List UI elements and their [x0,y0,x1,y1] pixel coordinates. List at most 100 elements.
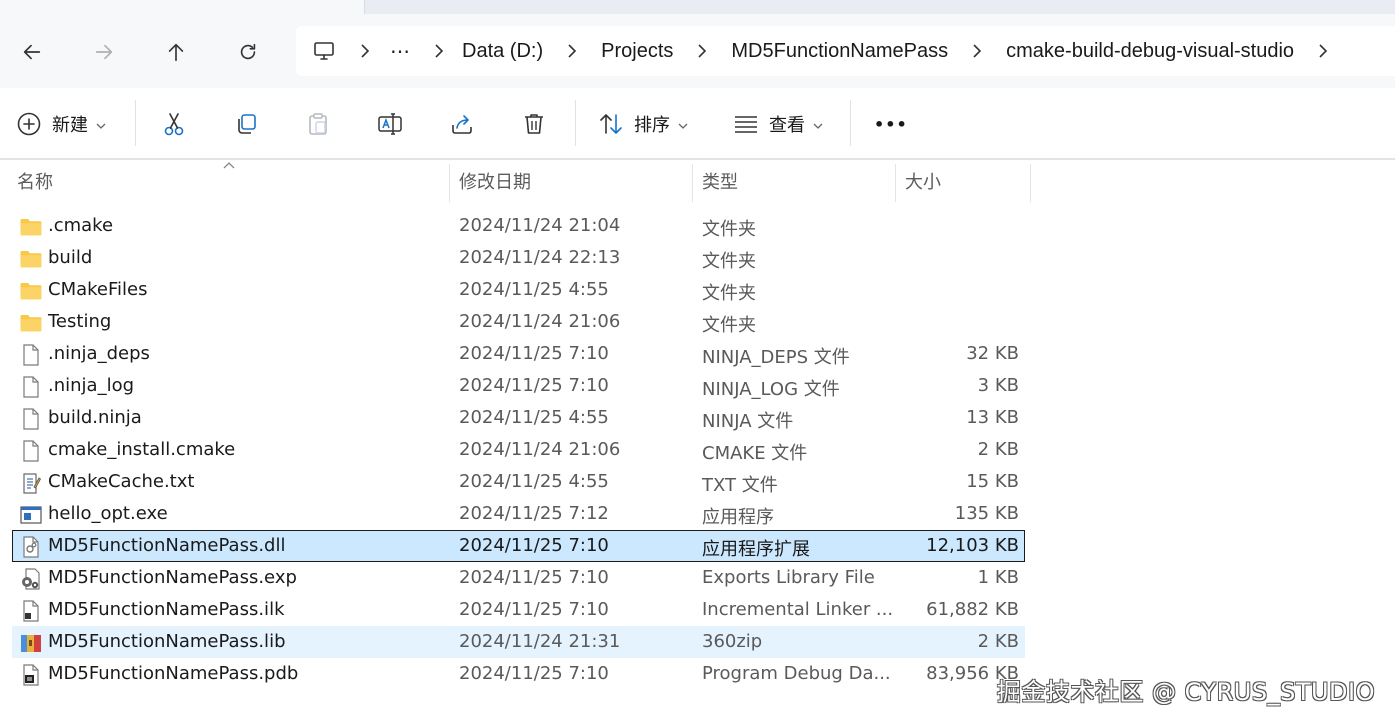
file-row[interactable]: cmake_install.cmake 2024/11/24 21:06 CMAKE… [12,434,1025,466]
file-type: Incremental Linker ... [702,599,894,620]
column-divider[interactable] [1030,164,1031,202]
divider [575,100,576,146]
this-pc-icon[interactable] [312,39,336,63]
file-row[interactable]: CMakeFiles 2024/11/25 4:55 文件夹 [12,274,1025,306]
breadcrumb-project-folder[interactable]: MD5FunctionNamePass [731,40,948,63]
file-date: 2024/11/25 7:10 [459,567,609,588]
chevron-down-icon [96,115,106,134]
clipboard-icon [309,113,327,135]
file-date: 2024/11/25 7:10 [459,535,609,556]
refresh-icon [240,43,256,60]
copy-button[interactable] [233,106,259,142]
file-name: .ninja_log [48,375,135,396]
scissors-icon [164,113,184,136]
file-size: 2 KB [977,631,1019,652]
file-row[interactable]: MD5FunctionNamePass.pdb 2024/11/25 7:10 Pr… [12,658,1025,690]
chevron-right-icon[interactable] [358,44,372,58]
file-name: MD5FunctionNamePass.lib [48,631,286,652]
breadcrumb-current-folder[interactable]: cmake-build-debug-visual-studio [1006,40,1294,63]
chevron-right-icon[interactable] [565,44,579,58]
file-date: 2024/11/25 4:55 [459,471,609,492]
cut-button[interactable] [161,106,187,142]
chevron-down-icon [678,115,688,134]
file-date: 2024/11/24 22:13 [459,247,621,268]
file-type: TXT 文件 [702,475,778,496]
file-date: 2024/11/25 4:55 [459,407,609,428]
breadcrumb-overflow[interactable]: ⋯ [390,39,410,64]
file-row[interactable]: build 2024/11/24 22:13 文件夹 [12,242,1025,274]
column-divider[interactable] [895,164,896,202]
archive-icon [19,631,43,655]
view-button[interactable]: 查看 [733,106,823,142]
column-divider[interactable] [449,164,450,202]
file-row[interactable]: CMakeCache.txt 2024/11/25 4:55 TXT 文件 15 KB [12,466,1025,498]
exe-icon [19,503,43,527]
file-icon [19,375,43,399]
column-divider[interactable] [692,164,693,202]
file-type: 文件夹 [702,315,756,336]
dll-icon [19,535,43,559]
file-type: NINJA_DEPS 文件 [702,347,850,368]
column-header-name[interactable]: 名称 [17,160,53,202]
new-button[interactable]: 新建 [16,106,106,142]
file-name: build.ninja [48,407,142,428]
file-name: MD5FunctionNamePass.ilk [48,599,285,620]
folder-icon [19,279,43,303]
file-date: 2024/11/25 7:10 [459,343,609,364]
forward-button[interactable] [88,36,120,68]
file-row[interactable]: .ninja_deps 2024/11/25 7:10 NINJA_DEPS 文件 3… [12,338,1025,370]
paste-button[interactable] [305,106,331,142]
file-name: MD5FunctionNamePass.dll [48,535,286,556]
more-options-button[interactable]: ••• [874,106,908,142]
file-date: 2024/11/24 21:31 [459,631,621,652]
chevron-down-icon [813,115,823,134]
file-row[interactable]: MD5FunctionNamePass.ilk 2024/11/25 7:10 In… [12,594,1025,626]
column-header-type[interactable]: 类型 [702,160,738,202]
file-type: 文件夹 [702,283,756,304]
file-date: 2024/11/24 21:06 [459,439,621,460]
new-label: 新建 [52,115,88,136]
file-row[interactable]: MD5FunctionNamePass.dll 2024/11/25 7:10 应用… [12,530,1025,562]
file-name: CMakeCache.txt [48,471,195,492]
file-row[interactable]: build.ninja 2024/11/25 4:55 NINJA 文件 13 KB [12,402,1025,434]
file-icon [19,407,43,431]
back-button[interactable] [16,36,48,68]
view-label: 查看 [769,115,805,136]
file-type: Exports Library File [702,567,875,588]
file-date: 2024/11/25 7:12 [459,503,609,524]
file-name: cmake_install.cmake [48,439,236,460]
file-type: Program Debug Da... [702,663,891,684]
arrow-left-icon [23,44,41,60]
file-size: 3 KB [977,375,1019,396]
refresh-button[interactable] [232,36,264,68]
rename-button[interactable] [377,106,403,142]
arrow-up-icon [168,43,184,62]
column-headers: 名称 修改日期 类型 大小 [0,160,1395,204]
file-row[interactable]: MD5FunctionNamePass.exp 2024/11/25 7:10 Ex… [12,562,1025,594]
up-button[interactable] [160,36,192,68]
chevron-right-icon[interactable] [432,44,446,58]
chevron-right-icon[interactable] [1316,44,1330,58]
file-name: Testing [48,311,112,332]
chevron-right-icon[interactable] [695,44,709,58]
file-row[interactable]: .cmake 2024/11/24 21:04 文件夹 [12,210,1025,242]
file-date: 2024/11/25 7:10 [459,375,609,396]
share-button[interactable] [449,106,475,142]
breadcrumb-projects[interactable]: Projects [601,40,673,63]
chevron-right-icon[interactable] [970,44,984,58]
file-size: 61,882 KB [926,599,1019,620]
file-row[interactable]: MD5FunctionNamePass.lib 2024/11/24 21:31 3… [12,626,1025,658]
file-row[interactable]: .ninja_log 2024/11/25 7:10 NINJA_LOG 文件 3 K… [12,370,1025,402]
file-row[interactable]: Testing 2024/11/24 21:06 文件夹 [12,306,1025,338]
column-header-date[interactable]: 修改日期 [459,160,531,202]
breadcrumb-drive[interactable]: Data (D:) [462,40,543,63]
column-header-size[interactable]: 大小 [905,160,941,202]
address-bar[interactable]: ⋯ Data (D:) Projects MD5FunctionNamePass… [296,26,1395,76]
trash-icon [525,114,543,134]
delete-button[interactable] [521,106,547,142]
active-tab[interactable] [0,0,365,14]
file-row[interactable]: hello_opt.exe 2024/11/25 7:12 应用程序 135 KB [12,498,1025,530]
divider [850,100,851,146]
sort-button[interactable]: 排序 [598,106,688,142]
pdb-file-icon [19,663,43,687]
